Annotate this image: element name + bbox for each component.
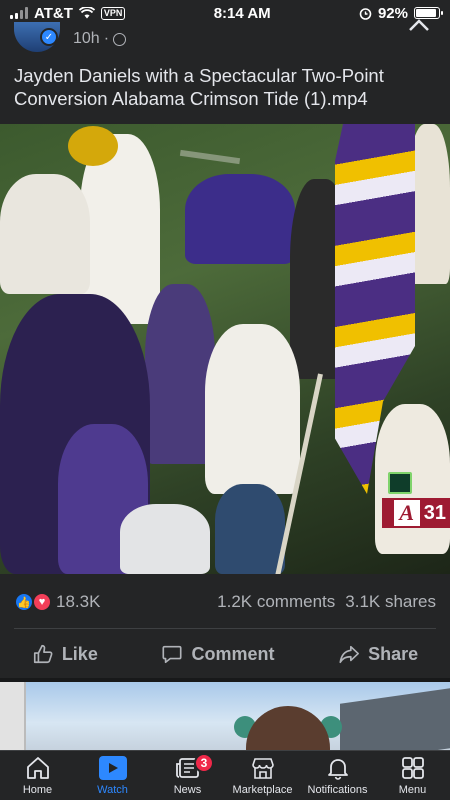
clock: 8:14 AM bbox=[213, 4, 271, 22]
nav-marketplace-label: Marketplace bbox=[232, 784, 293, 796]
preview-roof bbox=[340, 688, 450, 750]
nav-marketplace[interactable]: Marketplace bbox=[225, 751, 300, 800]
post-title: Jayden Daniels with a Spectacular Two-Po… bbox=[14, 65, 384, 109]
nav-home-label: Home bbox=[22, 784, 53, 796]
divider bbox=[14, 628, 436, 629]
status-bar: AT&T VPN 8:14 AM 92% bbox=[0, 0, 450, 26]
home-icon bbox=[24, 755, 52, 781]
fan-jersey bbox=[205, 324, 300, 494]
reactions-count: 18.3K bbox=[56, 592, 101, 611]
news-badge: 3 bbox=[194, 753, 214, 773]
nav-notifications-label: Notifications bbox=[307, 784, 368, 796]
crowd-left bbox=[0, 174, 90, 294]
shares-count[interactable]: 3.1K shares bbox=[345, 592, 436, 612]
staff-purple bbox=[185, 174, 295, 264]
share-label: Share bbox=[368, 643, 419, 664]
post-age[interactable]: 10h bbox=[73, 30, 100, 48]
player-helmet bbox=[68, 126, 118, 166]
battery-percent: 92% bbox=[377, 4, 408, 22]
nav-watch-label: Watch bbox=[97, 784, 128, 796]
comment-label: Comment bbox=[191, 643, 275, 664]
nav-news-label: News bbox=[173, 784, 202, 796]
battery-fill bbox=[416, 9, 437, 17]
share-arrow-icon bbox=[339, 645, 360, 664]
nav-news[interactable]: 3 News bbox=[150, 751, 225, 800]
collapse-chevron-icon[interactable] bbox=[408, 18, 430, 32]
preview-building bbox=[0, 682, 26, 750]
comment-bubble-icon bbox=[162, 645, 183, 664]
meta-separator: · bbox=[103, 30, 110, 47]
verified-badge-icon: ✓ bbox=[40, 28, 58, 46]
globe-icon bbox=[113, 32, 127, 46]
fan-white bbox=[120, 504, 210, 574]
post-meta: 10h · bbox=[73, 30, 127, 48]
action-bar: Like Comment Share bbox=[0, 632, 450, 676]
nav-menu[interactable]: Menu bbox=[375, 751, 450, 800]
preview-person bbox=[246, 706, 330, 750]
engagement-bar: 👍 ♥ 18.3K 1.2K comments 3.1K shares bbox=[14, 592, 436, 612]
love-reaction-icon: ♥ bbox=[32, 592, 52, 612]
bottom-nav: Home Watch 3 News Marketplace Notificati… bbox=[0, 750, 450, 800]
carrier-name: AT&T bbox=[34, 4, 73, 22]
comment-button[interactable]: Comment bbox=[151, 637, 284, 671]
fan-jeans bbox=[215, 484, 285, 574]
watch-icon bbox=[98, 755, 127, 781]
alabama-logo: A bbox=[393, 500, 420, 526]
nav-menu-label: Menu bbox=[398, 784, 427, 796]
nav-notifications[interactable]: Notifications bbox=[300, 751, 375, 800]
vpn-badge: VPN bbox=[100, 6, 126, 20]
field-line bbox=[179, 149, 241, 165]
like-button[interactable]: Like bbox=[22, 637, 108, 671]
score-bug-timeout bbox=[388, 472, 412, 494]
score-bug: A 31 bbox=[382, 498, 450, 528]
reactions-summary[interactable]: 👍 ♥ 18.3K bbox=[14, 592, 100, 612]
menu-grid-icon bbox=[399, 755, 427, 781]
marketplace-icon bbox=[249, 755, 277, 781]
next-video-preview[interactable] bbox=[0, 682, 450, 750]
alabama-score: 31 bbox=[423, 501, 446, 524]
nav-watch[interactable]: Watch bbox=[75, 751, 150, 800]
nav-home[interactable]: Home bbox=[0, 751, 75, 800]
player-75 bbox=[375, 404, 450, 554]
status-left: AT&T VPN bbox=[10, 4, 126, 22]
comments-count[interactable]: 1.2K comments bbox=[217, 592, 335, 612]
bell-icon bbox=[324, 755, 352, 781]
top-right-controls bbox=[408, 18, 430, 32]
counts-right: 1.2K comments 3.1K shares bbox=[217, 592, 436, 612]
like-label: Like bbox=[61, 643, 98, 664]
alarm-icon bbox=[359, 7, 372, 20]
like-reaction-icon: 👍 bbox=[14, 592, 34, 612]
video-player[interactable]: A 31 bbox=[0, 124, 450, 574]
thumbs-up-icon bbox=[33, 644, 53, 664]
wifi-icon bbox=[78, 7, 95, 19]
share-button[interactable]: Share bbox=[328, 637, 428, 671]
signal-icon bbox=[10, 7, 28, 19]
